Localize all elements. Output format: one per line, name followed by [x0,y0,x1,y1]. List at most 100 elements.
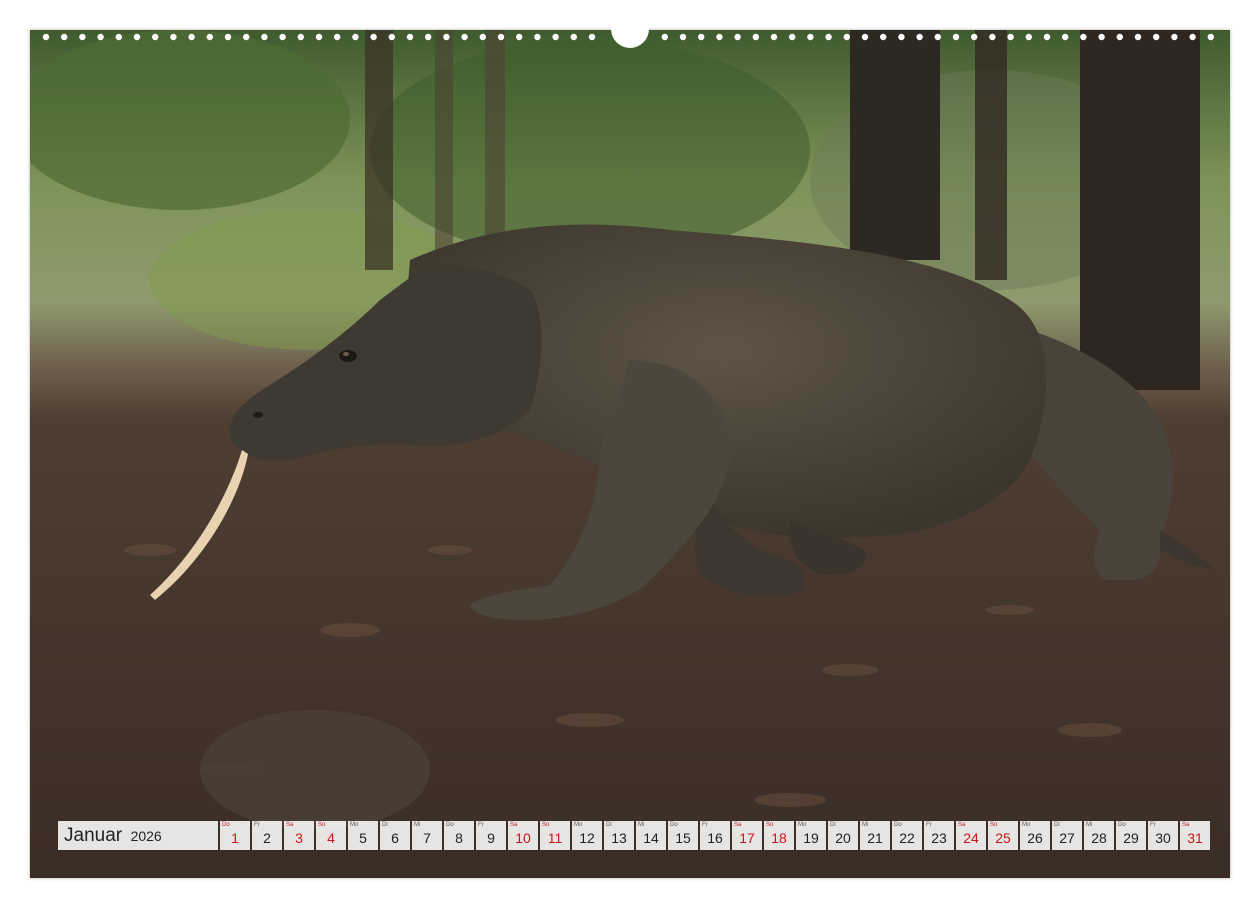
day-weekday: Fr [478,822,484,828]
binding-hole [1025,33,1032,41]
day-number: 18 [771,830,787,846]
binding-hole [989,33,996,41]
binding-hole [297,33,304,41]
day-weekday: So [318,822,326,828]
day-cell: Fr 16 [700,821,730,850]
binding-hole [261,33,268,41]
binding-hole [97,33,104,41]
day-number: 2 [263,830,271,846]
day-number: 12 [579,830,595,846]
month-label: Januar 2026 [58,821,218,850]
day-cell: Sa 17 [732,821,762,850]
binding-hole [115,33,123,41]
binding-hole [479,33,486,41]
day-number: 28 [1091,830,1107,846]
day-cell: Mo 19 [796,821,826,850]
binding-hole [79,33,86,41]
day-weekday: Sa [286,822,294,828]
day-number: 19 [803,830,819,846]
day-weekday: Di [382,822,388,828]
day-number: 30 [1155,830,1171,846]
day-cell: Do 8 [444,821,474,850]
binding-hole [698,33,705,41]
day-cell: Di 6 [380,821,410,850]
day-number: 17 [739,830,755,846]
day-cell: Sa 24 [956,821,986,850]
day-weekday: Mi [638,822,645,828]
day-cell: Do 1 [220,821,250,850]
day-cell: Mi 21 [860,821,890,850]
day-weekday: Sa [510,822,518,828]
binding-hole [752,33,759,41]
day-cell: Fr 23 [924,821,954,850]
binding-hole [1007,33,1014,41]
day-weekday: Do [446,822,454,828]
day-cell: Sa 10 [508,821,538,850]
day-weekday: So [766,822,774,828]
binding-hole [1207,33,1215,41]
binding-hole [971,33,978,41]
day-cell: Mo 5 [348,821,378,850]
day-cell: Fr 9 [476,821,506,850]
day-weekday: Mo [1022,822,1031,828]
binding-hole [315,33,323,41]
day-cell: Fr 2 [252,821,282,850]
day-weekday: Di [830,822,836,828]
day-cell: So 18 [764,821,794,850]
day-number: 8 [455,830,463,846]
day-cell: Di 20 [828,821,858,850]
binding-hole [406,33,414,41]
day-weekday: Mo [350,822,359,828]
binding-hole [152,33,159,41]
day-number: 16 [707,830,723,846]
binding-hole [224,33,232,41]
day-number: 23 [931,830,947,846]
day-weekday: Fr [926,822,932,828]
day-number: 3 [295,830,303,846]
day-cell: Do 15 [668,821,698,850]
month-name: Januar [64,825,123,846]
binding-hole [370,33,377,41]
binding-hole [206,33,213,41]
day-number: 22 [899,830,915,846]
day-cell: Do 29 [1116,821,1146,850]
day-number: 15 [675,830,691,846]
day-cell: Sa 31 [1180,821,1210,850]
day-number: 31 [1187,830,1203,846]
binding-hole [588,33,596,41]
binding-hole [570,33,577,41]
day-weekday: Mi [414,822,421,828]
day-cell: Mo 26 [1020,821,1050,850]
day-number: 9 [487,830,495,846]
day-weekday: Mo [574,822,583,828]
day-number: 20 [835,830,851,846]
day-cell: So 25 [988,821,1018,850]
binding-hole [1062,33,1069,41]
day-weekday: Di [606,822,612,828]
day-weekday: So [990,822,998,828]
day-weekday: Do [670,822,678,828]
day-number: 7 [423,830,431,846]
binding-hole [1098,33,1105,41]
binding-hole [716,33,723,41]
calendar-strip: Januar 2026 Do 1 Fr 2 Sa 3 So 4 Mo 5 Di 6 Mi 7 Do 8 Fr 9 S… [58,821,1210,850]
day-weekday: Sa [1182,822,1190,828]
komodo-dragon-photo [30,30,1230,878]
binding-hole [825,33,832,41]
binding-hole [770,33,778,41]
day-number: 4 [327,830,335,846]
binding-hole [916,33,923,41]
day-number: 11 [547,830,563,846]
day-weekday: Do [894,822,902,828]
day-cell: Di 27 [1052,821,1082,850]
day-weekday: Fr [254,822,260,828]
binding-hole [243,33,250,41]
day-cells: Do 1 Fr 2 Sa 3 So 4 Mo 5 Di 6 Mi 7 Do 8 Fr 9 Sa 10 So 11 Mo 12 D… [220,821,1210,850]
binding-hole [861,33,869,41]
binding-hole [388,33,395,41]
day-cell: So 4 [316,821,346,850]
binding-hole [352,33,359,41]
binding-hole [661,33,668,41]
day-number: 13 [611,830,627,846]
binding-hole [534,33,541,41]
